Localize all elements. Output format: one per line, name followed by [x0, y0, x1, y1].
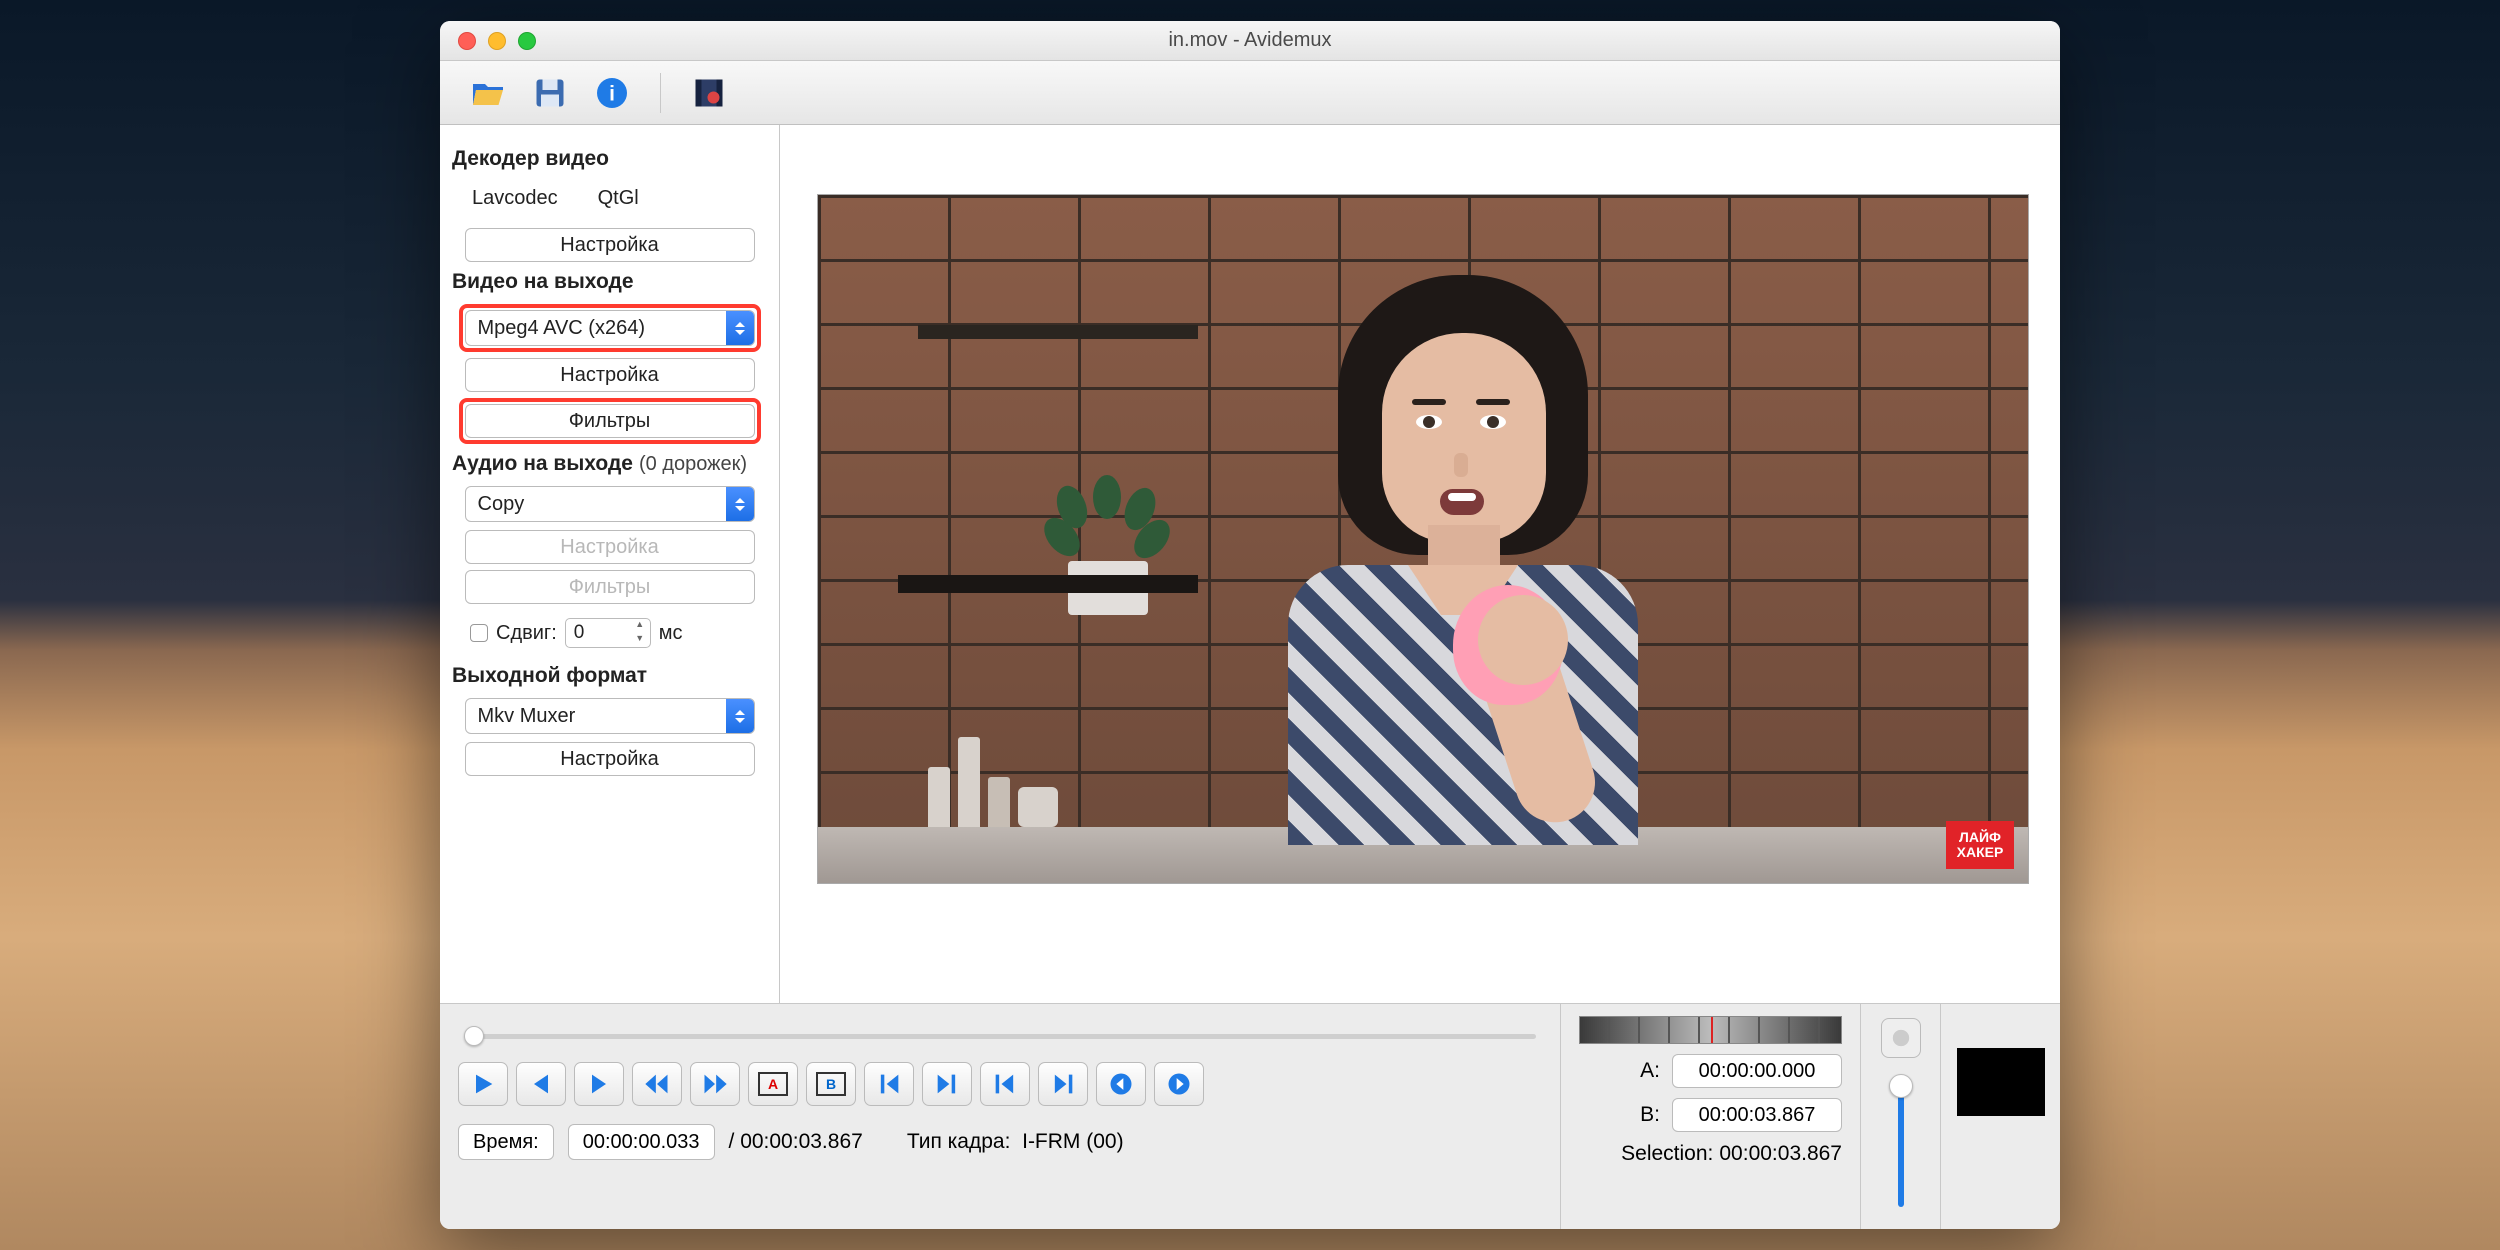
fast-fwd-button[interactable] — [690, 1062, 740, 1106]
watermark-badge: ЛАЙФ ХАКЕР — [1946, 821, 2014, 869]
video-filters-icon[interactable] — [691, 75, 727, 111]
muxer-config-button[interactable]: Настройка — [465, 742, 755, 776]
audio-codec-select[interactable]: Copy — [465, 486, 755, 522]
open-icon[interactable] — [470, 75, 506, 111]
slider-thumb-icon[interactable] — [464, 1026, 484, 1046]
selection-value: 00:00:03.867 — [1719, 1142, 1842, 1166]
app-window: in.mov - Avidemux i Декодер видео Lavcod… — [440, 21, 2060, 1229]
main-area: Декодер видео Lavcodec QtGl Настройка Ви… — [440, 125, 2060, 1003]
muxer-value: Mkv Muxer — [466, 705, 726, 728]
decoder-header: Декодер видео — [452, 147, 767, 171]
shift-unit: мс — [659, 622, 683, 645]
frame-type: Тип кадра: I-FRM (00) — [907, 1130, 1124, 1154]
video-output-header: Видео на выходе — [452, 270, 767, 294]
playback-buttons: A B — [458, 1062, 1542, 1106]
info-icon[interactable]: i — [594, 75, 630, 111]
svg-text:i: i — [609, 82, 615, 105]
prev-keyframe-button[interactable] — [980, 1062, 1030, 1106]
set-marker-b-button[interactable]: B — [806, 1062, 856, 1106]
play-button[interactable] — [458, 1062, 508, 1106]
video-codec-value: Mpeg4 AVC (x264) — [466, 317, 726, 340]
next-black-button[interactable] — [1154, 1062, 1204, 1106]
audio-codec-value: Copy — [466, 493, 726, 516]
shift-spinner[interactable]: 0 ▲▼ — [565, 618, 651, 648]
time-row: Время: 00:00:00.033 / 00:00:03.867 Тип к… — [458, 1124, 1542, 1160]
save-icon[interactable] — [532, 75, 568, 111]
toolbar-separator — [660, 73, 661, 113]
time-label: Время: — [458, 1124, 554, 1160]
shift-label: Сдвиг: — [496, 622, 557, 645]
video-filters-button[interactable]: Фильтры — [465, 404, 755, 438]
bottom-panel: A B Время: 00:00:00.033 / 00:00:03.867 Т… — [440, 1003, 2060, 1229]
prev-black-button[interactable] — [1096, 1062, 1146, 1106]
vu-meter — [1579, 1016, 1842, 1044]
time-input[interactable]: 00:00:00.033 — [568, 1124, 715, 1160]
badge-line2: ХАКЕР — [1957, 845, 2004, 860]
audio-filters-button: Фильтры — [465, 570, 755, 604]
duration-value: 00:00:03.867 — [740, 1130, 863, 1153]
marker-b-value[interactable]: 00:00:03.867 — [1672, 1098, 1842, 1132]
highlight-video-filters: Фильтры — [459, 398, 761, 444]
video-config-button[interactable]: Настройка — [465, 358, 755, 392]
shift-checkbox[interactable] — [470, 624, 488, 642]
audio-output-label: Аудио на выходе — [452, 452, 633, 476]
chevron-updown-icon — [726, 487, 754, 521]
transport-panel: A B Время: 00:00:00.033 / 00:00:03.867 Т… — [440, 1004, 1560, 1229]
set-marker-a-button[interactable]: A — [748, 1062, 798, 1106]
highlight-video-codec: Mpeg4 AVC (x264) — [459, 304, 761, 352]
timeline-slider[interactable] — [458, 1024, 1542, 1048]
decoder-render: QtGl — [598, 187, 639, 210]
decoder-codec: Lavcodec — [472, 187, 558, 210]
speaker-icon[interactable] — [1881, 1018, 1921, 1058]
thumbnail — [1957, 1048, 2045, 1116]
step-back-button[interactable] — [516, 1062, 566, 1106]
selection-label: Selection: — [1621, 1142, 1713, 1166]
badge-line1: ЛАЙФ — [1959, 830, 2001, 845]
volume-panel — [1860, 1004, 1940, 1229]
titlebar: in.mov - Avidemux — [440, 21, 2060, 61]
shift-value: 0 — [566, 622, 630, 644]
video-preview-area: ЛАЙФ ХАКЕР — [780, 125, 2060, 1003]
output-format-header: Выходной формат — [452, 664, 767, 688]
audio-config-button: Настройка — [465, 530, 755, 564]
decoder-info: Lavcodec QtGl — [452, 181, 767, 222]
decoder-config-button[interactable]: Настройка — [465, 228, 755, 262]
rewind-button[interactable] — [632, 1062, 682, 1106]
audio-tracks-note: (0 дорожек) — [639, 453, 747, 476]
goto-end-button[interactable] — [922, 1062, 972, 1106]
muxer-select[interactable]: Mkv Muxer — [465, 698, 755, 734]
selection-panel: A: 00:00:00.000 B: 00:00:03.867 Selectio… — [1560, 1004, 1860, 1229]
chevron-updown-icon — [726, 699, 754, 733]
marker-b-row: B: 00:00:03.867 — [1579, 1098, 1842, 1132]
sidebar: Декодер видео Lavcodec QtGl Настройка Ви… — [440, 125, 780, 1003]
chevron-updown-icon — [726, 311, 754, 345]
selection-row: Selection: 00:00:03.867 — [1579, 1142, 1842, 1166]
slider-thumb-icon[interactable] — [1889, 1074, 1913, 1098]
frame-type-label: Тип кадра: — [907, 1130, 1011, 1153]
marker-a-label: A: — [1640, 1059, 1660, 1083]
marker-b-label: B: — [1640, 1103, 1660, 1127]
audio-output-header: Аудио на выходе (0 дорожек) — [452, 452, 767, 476]
frame-type-value: I-FRM (00) — [1022, 1130, 1124, 1153]
thumbnail-panel — [1940, 1004, 2060, 1229]
next-keyframe-button[interactable] — [1038, 1062, 1088, 1106]
marker-a-value[interactable]: 00:00:00.000 — [1672, 1054, 1842, 1088]
duration-label: / 00:00:03.867 — [729, 1130, 863, 1154]
video-codec-select[interactable]: Mpeg4 AVC (x264) — [465, 310, 755, 346]
step-fwd-button[interactable] — [574, 1062, 624, 1106]
audio-shift-row: Сдвиг: 0 ▲▼ мс — [452, 610, 767, 656]
window-title: in.mov - Avidemux — [440, 29, 2060, 52]
marker-a-row: A: 00:00:00.000 — [1579, 1054, 1842, 1088]
toolbar: i — [440, 61, 2060, 125]
volume-slider[interactable] — [1898, 1076, 1904, 1207]
stepper-icon[interactable]: ▲▼ — [630, 619, 650, 647]
video-frame: ЛАЙФ ХАКЕР — [818, 195, 2028, 883]
goto-start-button[interactable] — [864, 1062, 914, 1106]
